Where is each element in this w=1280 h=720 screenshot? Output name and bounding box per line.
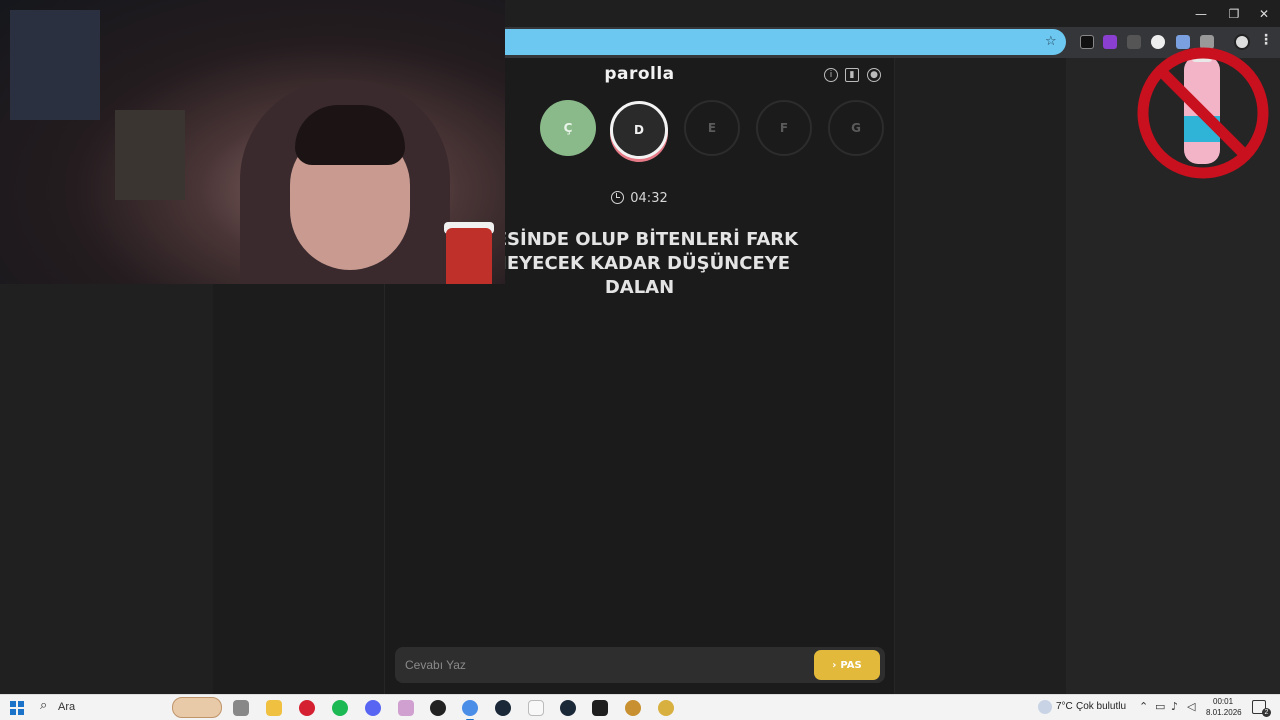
game-launcher-icon[interactable] bbox=[625, 700, 641, 716]
answer-bar: › PAS bbox=[395, 647, 885, 683]
steam-icon[interactable] bbox=[495, 700, 511, 716]
clock-time[interactable]: 00:01 bbox=[1213, 697, 1233, 706]
volume-icon[interactable]: ◁ bbox=[1187, 700, 1195, 713]
letter-circle: Ç bbox=[540, 100, 596, 156]
device-icon[interactable]: ▭ bbox=[1155, 700, 1165, 713]
info-icon[interactable]: i bbox=[824, 68, 838, 82]
person-hair bbox=[295, 105, 405, 165]
close-button[interactable]: ✕ bbox=[1248, 0, 1280, 27]
terminal-icon[interactable] bbox=[592, 700, 608, 716]
notification-badge: 2 bbox=[1262, 708, 1271, 717]
file-icon[interactable] bbox=[528, 700, 544, 716]
no-bottle-sticker bbox=[1137, 47, 1269, 179]
file-explorer-icon[interactable] bbox=[266, 700, 282, 716]
background-poster bbox=[10, 10, 100, 120]
chevron-up-icon[interactable]: ⌃ bbox=[1139, 700, 1148, 713]
background-poster bbox=[115, 110, 185, 200]
search-label[interactable]: Ara bbox=[58, 701, 75, 713]
weather-description[interactable]: Çok bulutlu bbox=[1076, 701, 1126, 712]
chrome-icon[interactable] bbox=[462, 700, 478, 720]
letter-circle-active: D bbox=[610, 101, 668, 159]
spotify-icon[interactable] bbox=[332, 700, 348, 716]
extension-icon-2[interactable] bbox=[1103, 35, 1117, 49]
microphone-icon[interactable]: ♪ bbox=[1171, 700, 1178, 713]
red-cup bbox=[446, 228, 492, 284]
stats-chart-icon[interactable]: ▮ bbox=[845, 68, 859, 82]
timer-value: 04:32 bbox=[630, 191, 668, 206]
game-launcher-icon[interactable] bbox=[658, 700, 674, 716]
opera-icon[interactable] bbox=[299, 700, 315, 716]
letter-circle: G bbox=[828, 100, 884, 156]
search-highlight-image[interactable] bbox=[172, 697, 222, 718]
answer-input[interactable] bbox=[405, 655, 795, 675]
pass-button[interactable]: › PAS bbox=[814, 650, 880, 680]
maximize-button[interactable]: ❐ bbox=[1218, 0, 1250, 27]
taskbar: ⌕ Ara 7°C Çok bulutlu ⌃ ▭ ♪ ◁ 00:01 8.01… bbox=[0, 694, 1280, 720]
weather-temperature[interactable]: 7°C bbox=[1056, 701, 1073, 712]
pass-label: PAS bbox=[840, 659, 862, 671]
weather-cloud-icon[interactable] bbox=[1038, 700, 1052, 714]
app-icon[interactable] bbox=[398, 700, 414, 716]
steam-icon[interactable] bbox=[560, 700, 576, 716]
discord-icon[interactable] bbox=[365, 700, 381, 716]
clock-date[interactable]: 8.01.2026 bbox=[1206, 708, 1242, 717]
right-gutter bbox=[894, 58, 1066, 694]
account-icon[interactable]: ● bbox=[867, 68, 881, 82]
chevron-right-icon: › bbox=[832, 659, 837, 671]
letter-circle: E bbox=[684, 100, 740, 156]
extension-icon-1[interactable] bbox=[1080, 35, 1094, 49]
bookmark-star-icon[interactable]: ☆ bbox=[1045, 34, 1057, 49]
minimize-button[interactable]: — bbox=[1185, 0, 1217, 27]
search-icon[interactable]: ⌕ bbox=[40, 698, 47, 713]
windows-start-icon[interactable] bbox=[10, 701, 24, 715]
clock-icon bbox=[611, 191, 625, 204]
webcam-overlay bbox=[0, 0, 505, 284]
task-view-icon[interactable] bbox=[233, 700, 249, 716]
letter-circle: F bbox=[756, 100, 812, 156]
app-icon[interactable] bbox=[430, 700, 446, 716]
screen: — ❐ ✕ ☆ ⋮ parolla i ▮ ● Ç D E F G 04:32 … bbox=[0, 0, 1280, 720]
